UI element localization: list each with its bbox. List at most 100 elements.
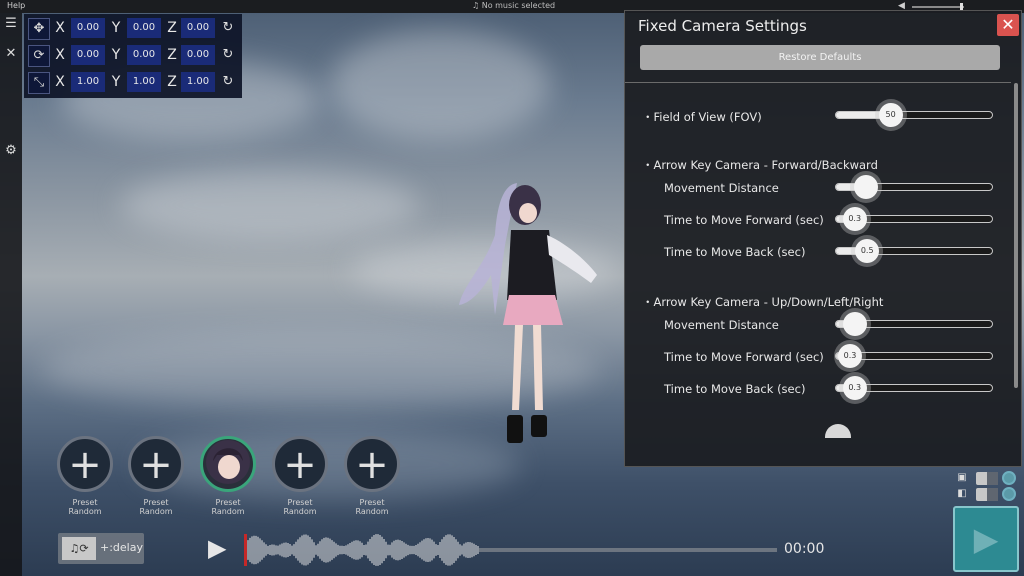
video-camera-icon: ◧ [957, 488, 967, 499]
volume-slider[interactable] [912, 6, 964, 8]
fixed-camera-settings-panel: Fixed Camera Settings ✕ Restore Defaults… [624, 10, 1022, 467]
position-y-field[interactable]: 0.00 [127, 18, 161, 38]
delay-control[interactable]: ♫⟳ +:delay [58, 533, 144, 564]
camera-settings-icon[interactable] [1002, 471, 1016, 485]
transform-panel: ✥ X 0.00 Y 0.00 Z 0.00 ↻ ⟳ X 0.00 Y 0.00… [24, 14, 242, 98]
rotation-z-field[interactable]: 0.00 [181, 45, 215, 65]
z-label: Z [167, 47, 177, 63]
preset-label: Preset Random [211, 498, 245, 516]
z-label: Z [167, 20, 177, 36]
video-settings-icon[interactable] [1002, 487, 1016, 501]
preset-slot-2[interactable]: + Preset Random [125, 436, 187, 516]
move-icon[interactable]: ✥ [28, 18, 50, 40]
fb-movement-distance-slider[interactable] [835, 175, 993, 199]
rotation-row: ⟳ X 0.00 Y 0.00 Z 0.00 ↻ [26, 43, 240, 67]
cloud [330, 30, 550, 140]
position-row: ✥ X 0.00 Y 0.00 Z 0.00 ↻ [26, 16, 240, 40]
character-boot [531, 415, 547, 437]
list-icon[interactable]: ☰ [3, 16, 19, 32]
audio-waveform[interactable] [244, 530, 778, 570]
z-label: Z [167, 74, 177, 90]
plus-icon[interactable]: + [272, 436, 328, 492]
playback-bar: ♫⟳ +:delay ▶ 00:00 [22, 528, 1024, 576]
slider-handle[interactable]: 0.3 [838, 344, 863, 368]
music-label: No music selected [481, 1, 556, 10]
tools-icon[interactable]: ✕ [3, 46, 19, 62]
y-label: Y [111, 74, 121, 90]
fb-time-back-slider[interactable]: 0.5 [835, 239, 993, 263]
rotation-y-field[interactable]: 0.00 [127, 45, 161, 65]
preset-slot-5[interactable]: + Preset Random [341, 436, 403, 516]
video-camera-toggle[interactable] [976, 488, 998, 501]
x-label: X [55, 20, 65, 36]
character-leg [512, 325, 523, 410]
reset-scale-icon[interactable]: ↻ [218, 72, 238, 92]
preset-avatar-icon[interactable] [200, 436, 256, 492]
music-status[interactable]: ♫ No music selected [472, 1, 555, 10]
slider-handle[interactable] [853, 175, 878, 199]
slider-handle-partial[interactable] [825, 424, 851, 438]
restore-defaults-button[interactable]: Restore Defaults [640, 45, 1000, 70]
preset-slot-1[interactable]: + Preset Random [54, 436, 116, 516]
udlr-time-back-slider[interactable]: 0.3 [835, 376, 993, 400]
camera-toggle[interactable] [976, 472, 998, 485]
avatar-character[interactable] [455, 175, 600, 455]
reset-rotation-icon[interactable]: ↻ [218, 45, 238, 65]
preset-slot-3[interactable]: Preset Random [197, 436, 259, 516]
udlr-time-forward-slider[interactable]: 0.3 [835, 344, 993, 368]
character-sleeve [547, 235, 597, 283]
position-z-field[interactable]: 0.00 [181, 18, 215, 38]
character-boot [507, 415, 523, 443]
gear-icon[interactable]: ⚙ [3, 143, 19, 159]
plus-icon[interactable]: + [57, 436, 113, 492]
udlr-movement-distance-label: Movement Distance [664, 318, 779, 332]
scale-x-field[interactable]: 1.00 [71, 72, 105, 92]
preset-slot-4[interactable]: + Preset Random [269, 436, 331, 516]
reset-position-icon[interactable]: ↻ [218, 18, 238, 38]
scale-y-field[interactable]: 1.00 [127, 72, 161, 92]
plus-icon[interactable]: + [344, 436, 400, 492]
scale-icon[interactable]: ⤡ [28, 72, 50, 94]
section-updownleftright-title: ・Arrow Key Camera - Up/Down/Left/Right [642, 295, 884, 309]
preset-label: Preset Random [68, 498, 102, 516]
slider-handle[interactable] [842, 312, 867, 336]
playback-time: 00:00 [784, 541, 825, 557]
play-icon[interactable]: ▶ [208, 534, 232, 562]
position-x-field[interactable]: 0.00 [71, 18, 105, 38]
y-label: Y [111, 20, 121, 36]
rotate-icon[interactable]: ⟳ [28, 45, 50, 67]
scale-row: ⤡ X 1.00 Y 1.00 Z 1.00 ↻ [26, 70, 240, 94]
slider-handle[interactable]: 50 [878, 103, 903, 127]
slider-handle[interactable]: 0.5 [855, 239, 880, 263]
help-menu[interactable]: Help [7, 1, 25, 10]
fov-slider[interactable]: 50 [835, 103, 993, 127]
character-face [519, 203, 537, 223]
character-skirt [503, 295, 563, 325]
cloud [120, 170, 420, 240]
playhead[interactable] [244, 534, 247, 566]
start-button[interactable]: ▶ [953, 506, 1019, 572]
scale-z-field[interactable]: 1.00 [181, 72, 215, 92]
fb-time-forward-label: Time to Move Forward (sec) [664, 213, 824, 227]
panel-scrollbar[interactable] [1014, 83, 1018, 388]
avatar-thumbnail [206, 440, 250, 484]
music-delay-icon: ♫⟳ [62, 537, 96, 560]
plus-icon[interactable]: + [128, 436, 184, 492]
fb-time-back-label: Time to Move Back (sec) [664, 245, 806, 259]
divider [625, 82, 1011, 83]
slider-handle[interactable]: 0.3 [842, 207, 867, 231]
x-label: X [55, 74, 65, 90]
left-toolbar: ☰ ✕ ⚙ [0, 13, 22, 576]
udlr-movement-distance-slider[interactable] [835, 312, 993, 336]
udlr-time-back-label: Time to Move Back (sec) [664, 382, 806, 396]
panel-title: Fixed Camera Settings [638, 17, 807, 35]
character-leg [533, 325, 543, 410]
preset-label: Preset Random [355, 498, 389, 516]
udlr-time-forward-label: Time to Move Forward (sec) [664, 350, 824, 364]
slider-handle[interactable]: 0.3 [842, 376, 867, 400]
rotation-x-field[interactable]: 0.00 [71, 45, 105, 65]
fb-time-forward-slider[interactable]: 0.3 [835, 207, 993, 231]
close-icon[interactable]: ✕ [997, 14, 1019, 36]
fov-label: ・Field of View (FOV) [642, 110, 762, 124]
x-label: X [55, 47, 65, 63]
